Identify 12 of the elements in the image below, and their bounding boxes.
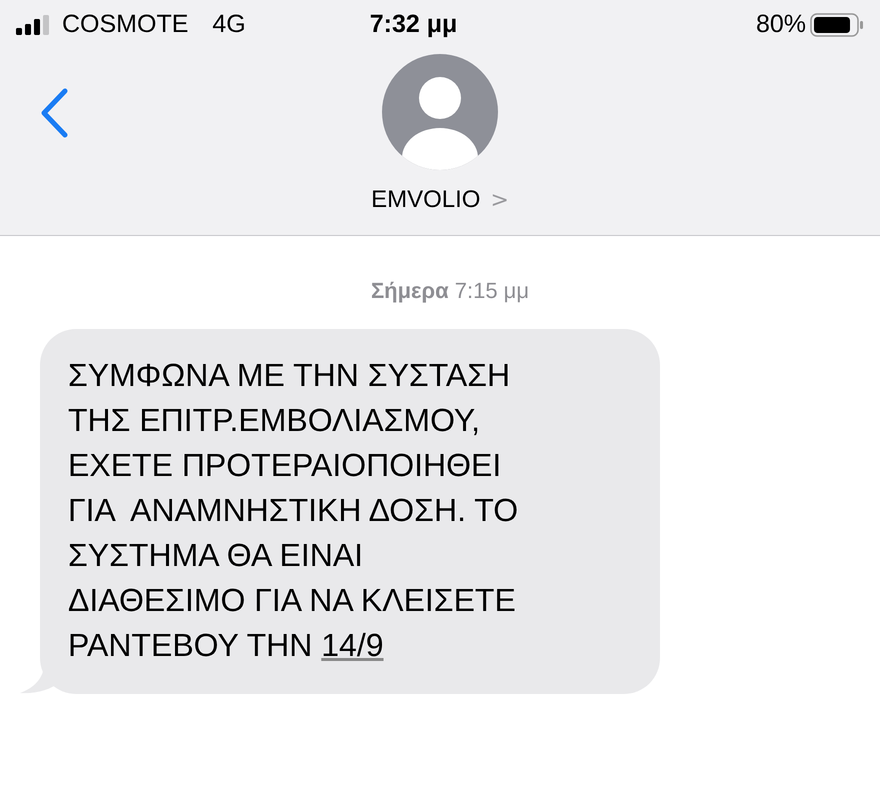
avatar-icon bbox=[382, 54, 498, 170]
contact-name[interactable]: EMVOLIO bbox=[371, 182, 480, 218]
status-time: 7:32 μμ bbox=[370, 9, 458, 40]
battery-percent: 80% bbox=[756, 9, 806, 40]
message-timestamp: Σήμερα 7:15 μμ bbox=[370, 277, 530, 305]
back-chevron-icon bbox=[39, 87, 69, 139]
signal-icon bbox=[16, 15, 50, 35]
network-type: 4G bbox=[212, 9, 246, 40]
date-link[interactable]: 14/9 bbox=[321, 627, 384, 663]
battery-icon bbox=[810, 13, 864, 37]
message-text: ΣΥΜΦΩΝΑ ΜΕ ΤΗΝ ΣΥΣΤΑΣΗ ΤΗΣ ΕΠΙΤΡ.ΕΜΒΟΛΙΑΣΜΟΥ, ΕΧΕΤΕ ΠΡΟΤΕΡΑΙΟΠΟΙΗΘΕΙ ΓΙΑ ΑΝΑΜΝΗΣΤΙΚΗ ΔΟΣΗ. ΤΟ ΣΥΣΤΗΜΑ ΘΑ ΕΙΝΑΙ ΔΙΑΘΕΣΙΜΟ ΓΙΑ ΝΑ ΚΛΕΙΣΕΤΕ ΡΑΝΤΕΒΟΥ ΤΗΝ 14/9 bbox=[68, 356, 520, 665]
carrier-name: COSMOTE bbox=[62, 9, 188, 40]
